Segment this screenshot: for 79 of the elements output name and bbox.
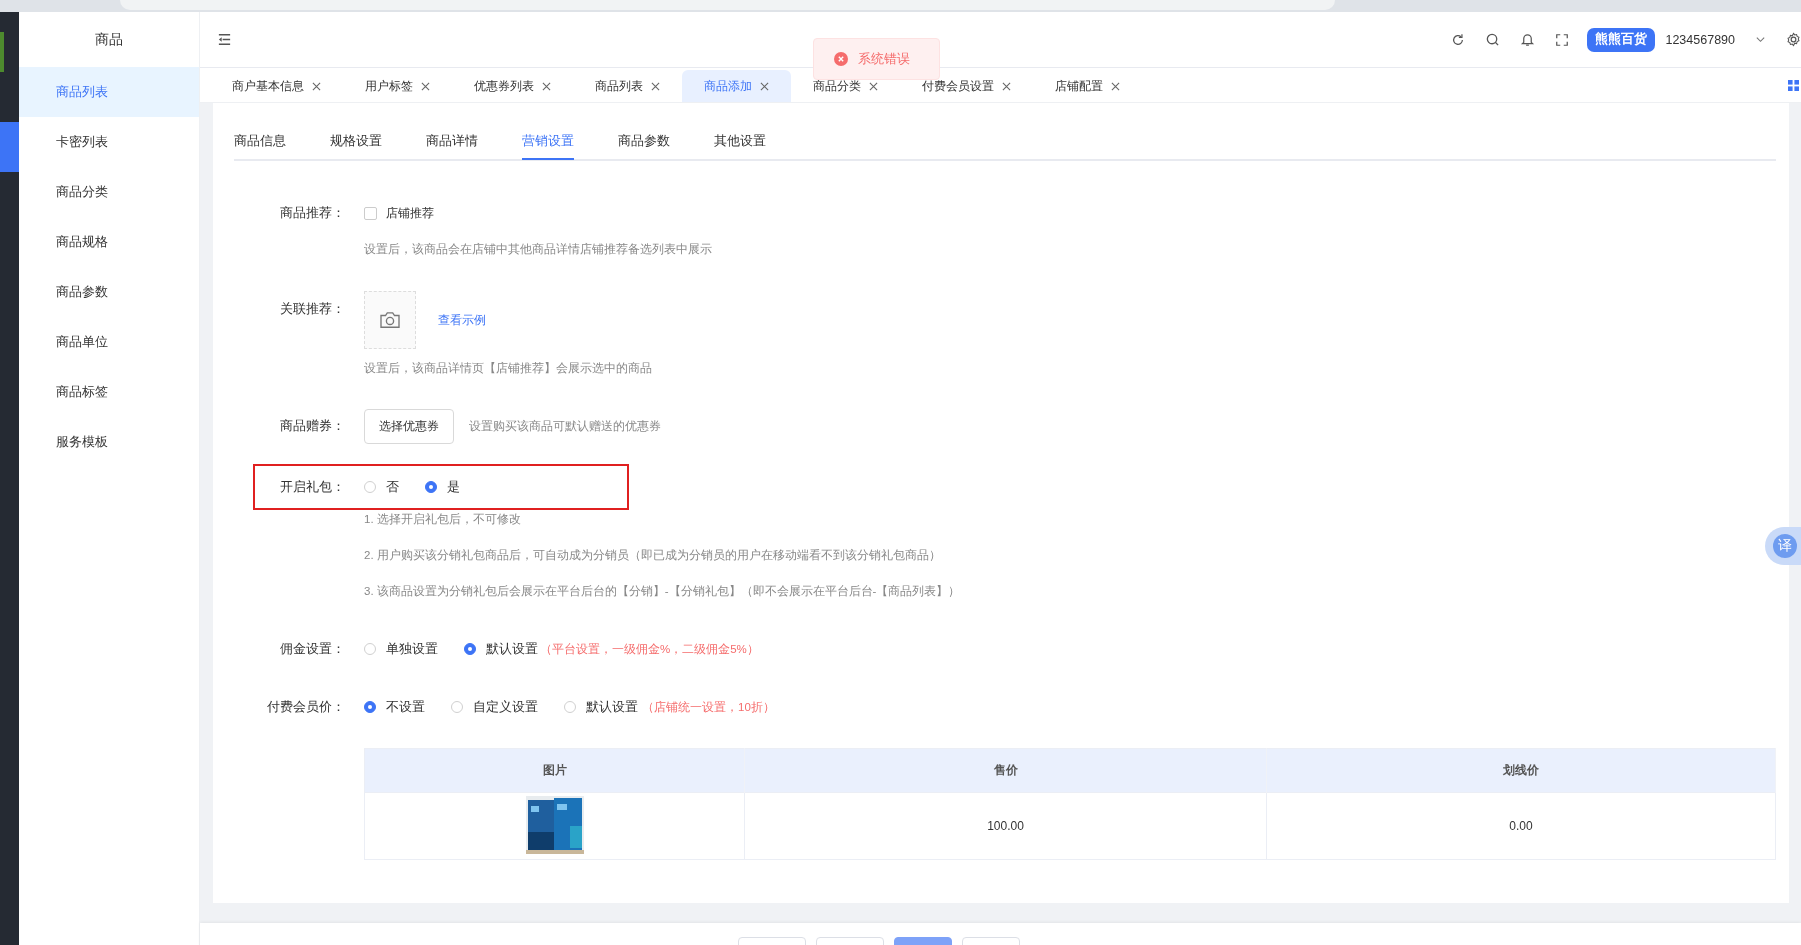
page-tab[interactable]: 用户标签 — [343, 70, 452, 102]
close-icon[interactable] — [1111, 81, 1120, 91]
close-icon[interactable] — [651, 81, 660, 91]
bell-icon[interactable] — [1520, 32, 1536, 47]
example-link[interactable]: 查看示例 — [438, 311, 486, 329]
store-button[interactable]: 熊熊百货 — [1587, 27, 1656, 52]
section-tab[interactable]: 商品详情 — [426, 132, 478, 150]
field-label: 关联推荐： — [279, 301, 345, 318]
sidebar-item[interactable]: 商品列表 — [19, 67, 199, 117]
hint-text: 设置购买该商品可默认赠送的优惠券 — [469, 419, 661, 434]
column-header: 划线价 — [1503, 763, 1539, 777]
hint-text: 设置后，该商品会在店铺中其他商品详情店铺推荐备选列表中展示 — [364, 243, 712, 255]
column-header: 图片 — [542, 763, 567, 777]
page-tab[interactable]: 商品分类 — [791, 70, 900, 102]
column-header: 售价 — [993, 763, 1018, 777]
radio-button[interactable] — [425, 481, 437, 493]
table-cell: 0.00 — [1509, 819, 1533, 833]
field-label: 佣金设置： — [279, 640, 345, 658]
radio-label[interactable]: 默认设置 — [486, 640, 538, 658]
field-label: 付费会员价： — [266, 698, 345, 716]
radio-label[interactable]: 不设置 — [386, 698, 425, 716]
close-icon[interactable] — [542, 81, 551, 91]
grid-icon[interactable] — [1788, 79, 1799, 91]
field-label: 商品推荐： — [279, 204, 345, 222]
sidebar-item[interactable]: 商品分类 — [19, 167, 199, 217]
radio-label[interactable]: 默认设置 — [586, 698, 638, 716]
sidebar-item[interactable]: 商品标签 — [19, 367, 199, 417]
toast-message: 系统错误 — [858, 50, 910, 68]
field-label: 开启礼包： — [279, 478, 345, 496]
page-tab[interactable]: 商品添加 — [682, 70, 791, 102]
refresh-icon[interactable] — [1451, 32, 1466, 47]
select-coupon-button[interactable]: 选择优惠券 — [364, 409, 454, 444]
settings-icon[interactable] — [1786, 32, 1801, 47]
close-icon[interactable] — [869, 81, 878, 91]
section-tab[interactable]: 营销设置 — [522, 122, 574, 160]
radio-button[interactable] — [464, 643, 476, 655]
close-icon[interactable] — [1002, 81, 1011, 91]
section-tab[interactable]: 商品参数 — [618, 132, 670, 150]
close-icon[interactable] — [312, 81, 321, 91]
note-text: （店铺统一设置，10折） — [642, 699, 775, 715]
section-tab[interactable]: 商品信息 — [234, 132, 286, 150]
page-tab[interactable]: 付费会员设置 — [900, 70, 1033, 102]
chevron-down-icon[interactable] — [1755, 34, 1766, 45]
note-text: 1. 选择开启礼包后，不可修改 — [364, 513, 521, 525]
note-text: （平台设置，一级佣金%，二级佣金5%） — [540, 641, 759, 657]
fullscreen-icon[interactable] — [1555, 32, 1570, 47]
section-tab[interactable]: 其他设置 — [714, 132, 766, 150]
error-icon — [834, 52, 848, 66]
checkbox-label[interactable]: 店铺推荐 — [386, 205, 434, 221]
sidebar-item[interactable]: 商品单位 — [19, 317, 199, 367]
page-tab[interactable]: 优惠券列表 — [452, 70, 573, 102]
radio-button[interactable] — [364, 701, 376, 713]
radio-label[interactable]: 自定义设置 — [473, 698, 538, 716]
page-tab[interactable]: 店铺配置 — [1033, 70, 1142, 102]
radio-label[interactable]: 是 — [447, 478, 460, 496]
sidebar-item[interactable]: 商品参数 — [19, 267, 199, 317]
note-text: 2. 用户购买该分销礼包商品后，可自动成为分销员（即已成为分销员的用户在移动端看不到该分销礼包商品） — [364, 549, 941, 561]
page-tab[interactable]: 商户基本信息 — [210, 70, 343, 102]
search-icon[interactable] — [1485, 32, 1501, 47]
radio-label[interactable]: 否 — [386, 478, 399, 496]
note-text: 3. 该商品设置为分销礼包后会展示在平台后台的【分销】-【分销礼包】（即不会展示在平台后台-【商品列表】） — [364, 585, 961, 597]
sidebar-item[interactable]: 商品规格 — [19, 217, 199, 267]
close-icon[interactable] — [760, 81, 769, 91]
sidebar-item[interactable]: 服务模板 — [19, 417, 199, 467]
field-label: 商品赠券： — [279, 418, 345, 435]
camera-icon — [379, 311, 401, 329]
page-tab[interactable]: 商品列表 — [573, 70, 682, 102]
section-tab[interactable]: 规格设置 — [330, 132, 382, 150]
close-icon[interactable] — [421, 81, 430, 91]
sidebar-item[interactable]: 卡密列表 — [19, 117, 199, 167]
checkbox[interactable] — [364, 206, 377, 220]
sidebar-title: 商品 — [95, 30, 123, 49]
table-cell: 100.00 — [987, 819, 1024, 833]
account-name[interactable]: 1234567890 — [1665, 32, 1735, 47]
menu-icon[interactable] — [217, 32, 232, 47]
hint-text: 设置后，该商品详情页【店铺推荐】会展示选中的商品 — [364, 362, 652, 374]
radio-label[interactable]: 单独设置 — [386, 640, 438, 658]
app-marker — [0, 32, 4, 72]
image-upload[interactable] — [364, 291, 416, 349]
